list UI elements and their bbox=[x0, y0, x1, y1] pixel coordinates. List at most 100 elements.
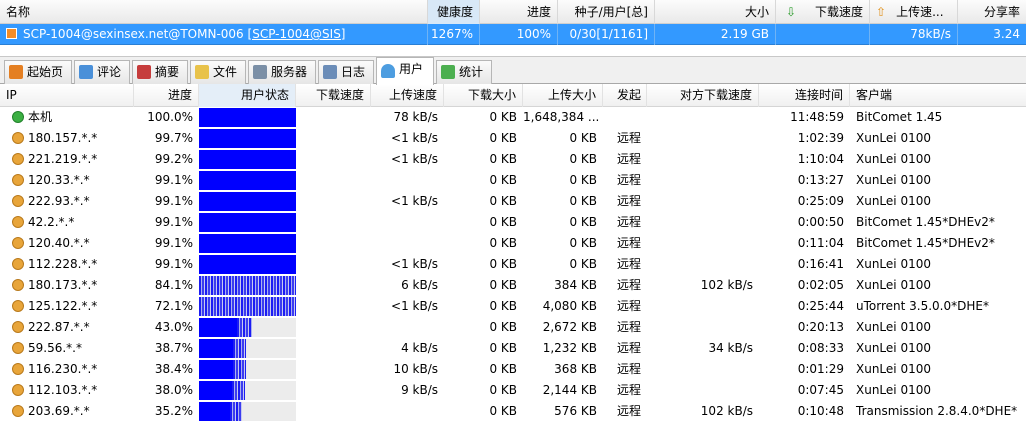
col-status-header[interactable]: 用户状态 bbox=[199, 84, 296, 107]
peer-ip: 180.173.*.* bbox=[28, 278, 98, 292]
col-progress-header[interactable]: 进度 bbox=[480, 0, 558, 24]
peer-row[interactable]: 120.33.*.* 99.1% 0 KB 0 KB 远程 0:13:27 XunLei 0… bbox=[0, 170, 1026, 191]
peer-dl-speed bbox=[296, 317, 371, 338]
peer-client: XunLei 0100 bbox=[856, 131, 931, 145]
peer-dl-speed bbox=[296, 359, 371, 380]
peer-dl-size: 0 KB bbox=[489, 173, 517, 187]
peer-row[interactable]: 116.230.*.* 38.4% 10 kB/s 0 KB 368 KB 远程 0:01:… bbox=[0, 359, 1026, 380]
tab-statistics[interactable]: 统计 bbox=[436, 60, 492, 84]
peer-status-pieces bbox=[233, 360, 246, 379]
peer-conn-time: 0:20:13 bbox=[797, 320, 844, 334]
tab-files[interactable]: 文件 bbox=[190, 60, 246, 84]
peer-row[interactable]: 112.103.*.* 38.0% 9 kB/s 0 KB 2,144 KB 远程 0:07… bbox=[0, 380, 1026, 401]
peer-row[interactable]: 222.87.*.* 43.0% 0 KB 2,672 KB 远程 0:20:13 XunL… bbox=[0, 317, 1026, 338]
col-seeds-header[interactable]: 种子/用户[总] bbox=[558, 0, 655, 24]
peer-status-fill bbox=[199, 339, 233, 358]
peer-dl-size: 0 KB bbox=[489, 404, 517, 418]
col-upload-speed-header[interactable]: ⇧ 上传速... bbox=[870, 0, 958, 24]
col-health-header[interactable]: 健康度 bbox=[428, 0, 480, 24]
peer-row[interactable]: 222.93.*.* 99.1% <1 kB/s 0 KB 0 KB 远程 0:25:09 X… bbox=[0, 191, 1026, 212]
download-arrow-icon: ⇩ bbox=[786, 5, 797, 19]
col-progress-header[interactable]: 进度 bbox=[134, 84, 199, 107]
torrent-share-ratio: 3.24 bbox=[993, 27, 1020, 41]
peer-ip: 222.87.*.* bbox=[28, 320, 90, 334]
peer-progress: 35.2% bbox=[154, 404, 193, 418]
list-empty-area bbox=[0, 45, 1026, 57]
tab-comments[interactable]: 评论 bbox=[74, 60, 130, 84]
peer-dl-speed bbox=[296, 254, 371, 275]
peer-row[interactable]: 112.228.*.* 99.1% <1 kB/s 0 KB 0 KB 远程 0:16:41… bbox=[0, 254, 1026, 275]
peer-dl-speed bbox=[296, 149, 371, 170]
tab-log[interactable]: 日志 bbox=[318, 60, 374, 84]
peer-conn-time: 0:25:09 bbox=[797, 194, 844, 208]
server-icon bbox=[253, 65, 267, 79]
col-ip-header[interactable]: IP bbox=[0, 84, 134, 107]
peer-row[interactable]: 59.56.*.* 38.7% 4 kB/s 0 KB 1,232 KB 远程 34 kB/… bbox=[0, 338, 1026, 359]
peer-row[interactable]: 120.40.*.* 99.1% 0 KB 0 KB 远程 0:11:04 BitComet… bbox=[0, 233, 1026, 254]
peer-conn-time: 0:02:05 bbox=[797, 278, 844, 292]
tab-users[interactable]: 用户 bbox=[376, 57, 434, 85]
users-icon bbox=[381, 64, 395, 78]
peer-progress: 100.0% bbox=[147, 110, 193, 124]
peer-remote-dl-speed: 34 kB/s bbox=[708, 341, 753, 355]
col-ul-speed-header[interactable]: 上传速度 bbox=[371, 84, 444, 107]
peer-initiator: 远程 bbox=[617, 257, 642, 271]
peer-row[interactable]: 42.2.*.* 99.1% 0 KB 0 KB 远程 0:00:50 BitComet 1… bbox=[0, 212, 1026, 233]
peer-initiator: 远程 bbox=[617, 383, 642, 397]
peer-dl-speed bbox=[296, 107, 371, 128]
torrent-source-link[interactable]: [SCP-1004@SIS] bbox=[248, 27, 346, 41]
col-conn-time-header[interactable]: 连接时间 bbox=[759, 84, 850, 107]
peer-initiator: 远程 bbox=[617, 152, 642, 166]
peer-ul-size: 368 KB bbox=[554, 362, 597, 376]
col-client-header[interactable]: 客户端 bbox=[850, 84, 1026, 107]
peer-status-bar bbox=[199, 339, 296, 358]
peer-conn-time: 0:01:29 bbox=[797, 362, 844, 376]
col-dl-size-header[interactable]: 下载大小 bbox=[444, 84, 523, 107]
peer-progress: 38.0% bbox=[154, 383, 193, 397]
torrent-list-header: 名称 健康度 进度 种子/用户[总] 大小 ⇩ 下载速度 ⇧ 上传速... 分享率 bbox=[0, 0, 1026, 24]
peer-row[interactable]: 180.173.*.* 84.1% 6 kB/s 0 KB 384 KB 远程 102 kB… bbox=[0, 275, 1026, 296]
log-icon bbox=[323, 65, 337, 79]
peer-ul-speed: <1 kB/s bbox=[391, 131, 438, 145]
col-size-header[interactable]: 大小 bbox=[655, 0, 776, 24]
peer-dl-speed bbox=[296, 401, 371, 422]
peer-dl-size: 0 KB bbox=[489, 362, 517, 376]
col-remote-dl-header[interactable]: 对方下载速度 bbox=[647, 84, 759, 107]
peer-status-bar bbox=[199, 381, 296, 400]
col-download-speed-header[interactable]: ⇩ 下载速度 bbox=[776, 0, 870, 24]
peer-ip: 120.33.*.* bbox=[28, 173, 90, 187]
peer-client: XunLei 0100 bbox=[856, 362, 931, 376]
peer-remote-dl-speed bbox=[647, 254, 759, 275]
col-name-header[interactable]: 名称 bbox=[0, 0, 428, 24]
peer-row[interactable]: 221.219.*.* 99.2% <1 kB/s 0 KB 0 KB 远程 1:10:04… bbox=[0, 149, 1026, 170]
col-ul-size-header[interactable]: 上传大小 bbox=[523, 84, 603, 107]
peer-row[interactable]: 本机 100.0% 78 kB/s 0 KB 1,648,384 ... 11:48:59… bbox=[0, 107, 1026, 128]
peer-ul-size: 1,648,384 ... bbox=[523, 110, 600, 124]
peer-ul-speed bbox=[371, 317, 444, 338]
peer-ip: 180.157.*.* bbox=[28, 131, 98, 145]
col-share-ratio-header[interactable]: 分享率 bbox=[958, 0, 1026, 24]
peer-status-bar bbox=[199, 213, 296, 232]
peer-ul-size: 4,080 KB bbox=[542, 299, 597, 313]
peer-ip: 120.40.*.* bbox=[28, 236, 90, 250]
peer-status-bar bbox=[199, 276, 296, 295]
tab-servers[interactable]: 服务器 bbox=[248, 60, 316, 84]
peer-dl-size: 0 KB bbox=[489, 236, 517, 250]
peer-row[interactable]: 180.157.*.* 99.7% <1 kB/s 0 KB 0 KB 远程 1:02:39… bbox=[0, 128, 1026, 149]
peer-client: XunLei 0100 bbox=[856, 173, 931, 187]
col-dl-speed-header[interactable]: 下载速度 bbox=[296, 84, 371, 107]
selected-torrent-row[interactable]: SCP-1004@sexinsex.net@TOMN-006 [SCP-1004… bbox=[0, 24, 1026, 45]
peer-dl-size: 0 KB bbox=[489, 299, 517, 313]
peer-ul-size: 2,672 KB bbox=[542, 320, 597, 334]
tab-summary[interactable]: 摘要 bbox=[132, 60, 188, 84]
col-initiator-header[interactable]: 发起 bbox=[603, 84, 647, 107]
peer-row[interactable]: 203.69.*.* 35.2% 0 KB 576 KB 远程 102 kB/s 0:10:… bbox=[0, 401, 1026, 422]
peer-row[interactable]: 125.122.*.* 72.1% <1 kB/s 0 KB 4,080 KB 远程 0:2… bbox=[0, 296, 1026, 317]
torrent-health: 1267% bbox=[428, 24, 480, 45]
detail-tab-bar: 起始页 评论 摘要 文件 服务器 日志 用户 统计 bbox=[0, 57, 1026, 85]
peer-ul-size: 0 KB bbox=[569, 173, 597, 187]
tab-start-page[interactable]: 起始页 bbox=[4, 60, 72, 84]
peer-status-fill bbox=[199, 360, 233, 379]
peer-dl-size: 0 KB bbox=[489, 320, 517, 334]
peer-status-fill bbox=[199, 213, 296, 232]
